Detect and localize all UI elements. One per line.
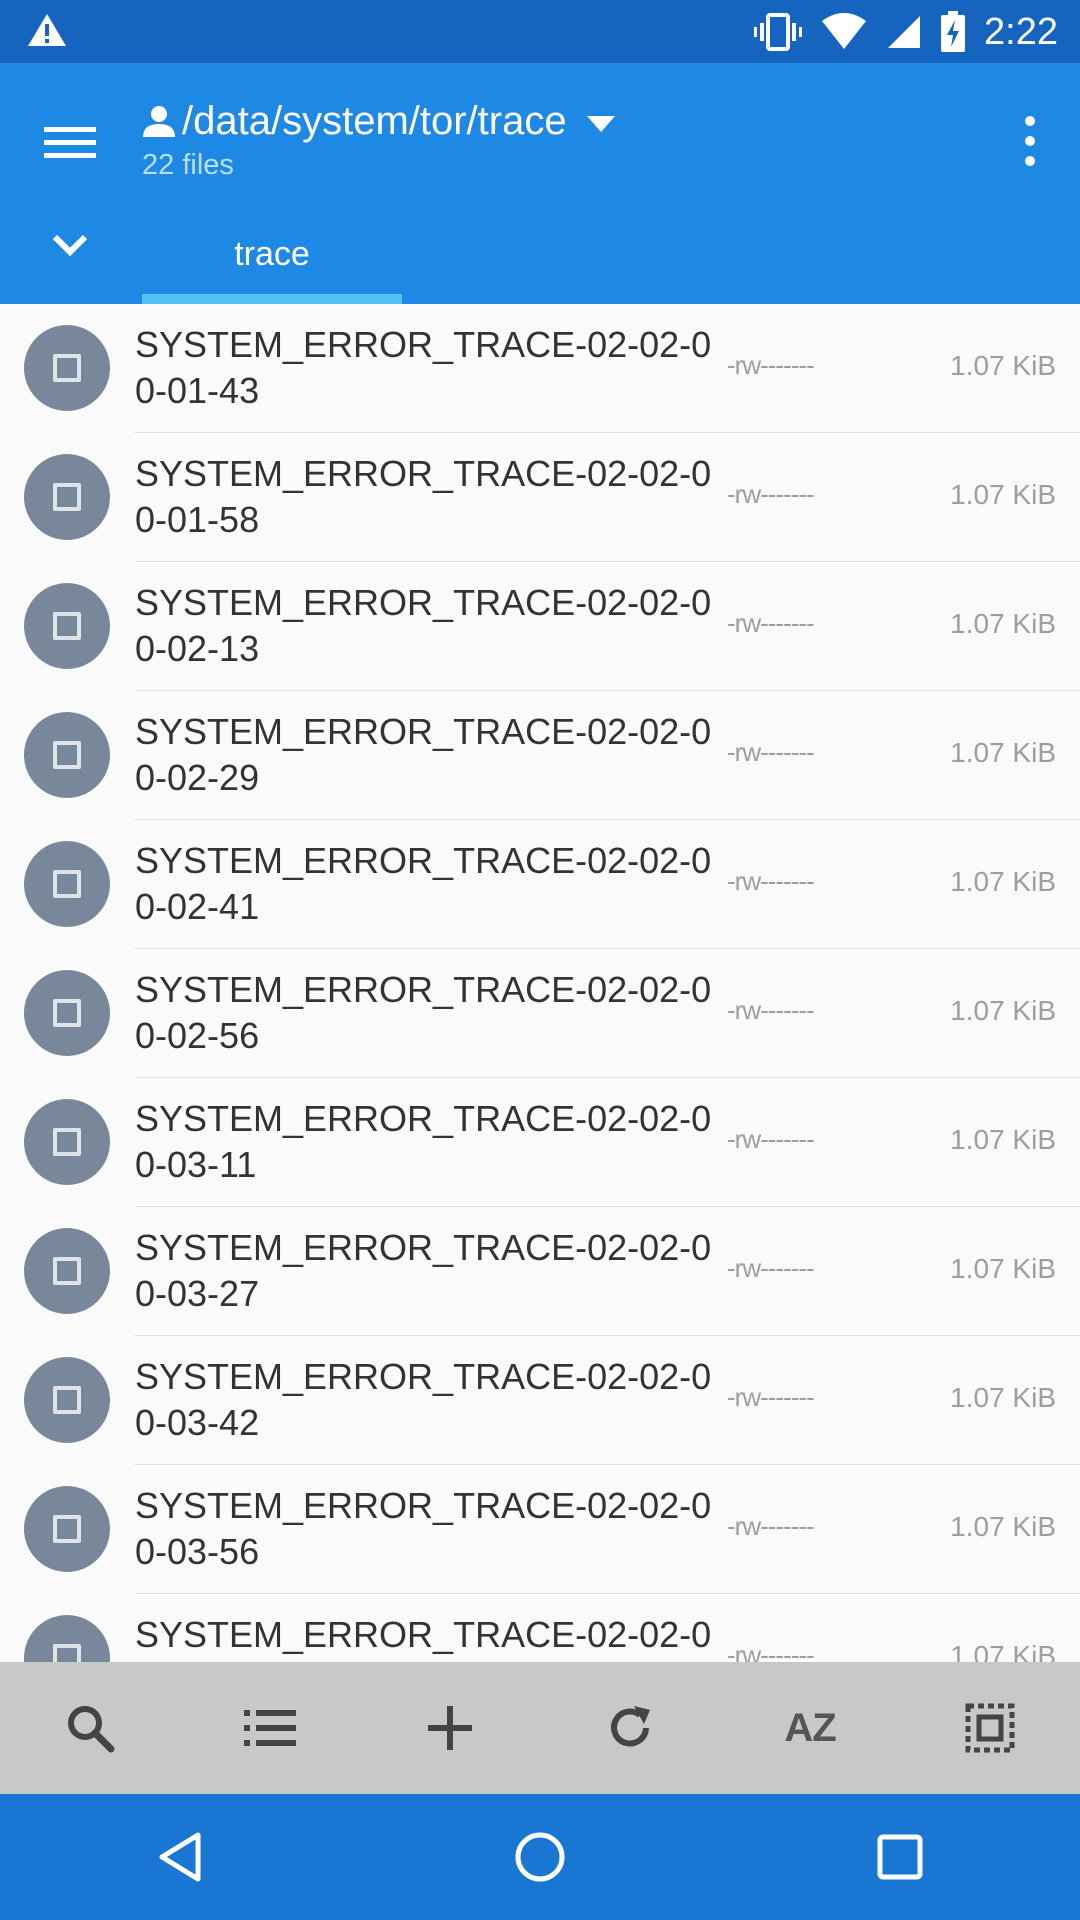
file-permissions: -rw------- [727, 1382, 815, 1412]
file-icon[interactable] [24, 454, 110, 540]
select-all-icon [965, 1703, 1015, 1753]
file-name: SYSTEM_ERROR_TRACE-02-02-00-03-11 [135, 1098, 712, 1185]
file-permissions: -rw------- [727, 350, 815, 380]
sort-button[interactable]: AZ [720, 1662, 900, 1794]
status-bar: 2:22 [0, 0, 1080, 63]
file-name: SYSTEM_ERROR_TRACE-02-02-00-03-42 [135, 1356, 712, 1443]
file-list[interactable]: SYSTEM_ERROR_TRACE-02-02-00-01-43 -rw---… [0, 304, 1080, 1662]
sort-az-icon: AZ [784, 1705, 836, 1750]
file-row[interactable]: SYSTEM_ERROR_TRACE-02-02-00-02-41 -rw---… [0, 820, 1080, 949]
tab-trace[interactable]: trace [142, 223, 402, 304]
file-name: SYSTEM_ERROR_TRACE-02-02-00-02-13 [135, 582, 712, 669]
refresh-icon [611, 1706, 650, 1747]
file-row[interactable]: SYSTEM_ERROR_TRACE-02-02-00-03-11 -rw---… [0, 1078, 1080, 1207]
file-name: SYSTEM_ERROR_TRACE-02-02-00-02-56 [135, 969, 712, 1056]
file-size: 1.07 KiB [950, 866, 1056, 897]
file-icon[interactable] [24, 1228, 110, 1314]
user-icon [143, 106, 175, 137]
add-icon [428, 1706, 472, 1750]
file-name: SYSTEM_ERROR_TRACE-02-02-00-02-29 [135, 711, 712, 798]
file-size: 1.07 KiB [950, 1253, 1056, 1284]
vibrate-icon [754, 13, 803, 51]
back-button[interactable] [90, 1794, 270, 1920]
file-icon[interactable] [24, 1357, 110, 1443]
file-size: 1.07 KiB [950, 608, 1056, 639]
add-button[interactable] [360, 1662, 540, 1794]
file-icon[interactable] [24, 325, 110, 411]
list-view-button[interactable] [180, 1662, 360, 1794]
dropdown-arrow-icon[interactable] [586, 116, 615, 132]
file-permissions: -rw------- [727, 1511, 815, 1541]
bottom-action-bar: AZ [0, 1662, 1080, 1794]
path-selector[interactable]: /data/system/tor/trace [142, 91, 615, 151]
overflow-menu-icon[interactable] [1020, 111, 1040, 171]
file-row[interactable]: SYSTEM_ERROR_TRACE-02-02-00-03-27 -rw---… [0, 1207, 1080, 1336]
file-icon[interactable] [24, 712, 110, 798]
file-row[interactable]: SYSTEM_ERROR_TRACE-02-02-00-02-13 -rw---… [0, 562, 1080, 691]
search-button[interactable] [0, 1662, 180, 1794]
home-icon [515, 1832, 565, 1882]
file-name: SYSTEM_ERROR_TRACE-02-02-00-01-43 [135, 324, 712, 411]
file-permissions: -rw------- [727, 479, 815, 509]
refresh-button[interactable] [540, 1662, 720, 1794]
select-all-button[interactable] [900, 1662, 1080, 1794]
list-view-icon [244, 1710, 296, 1746]
file-name: SYSTEM_ERROR_TRACE-02-02-00-03-56 [135, 1485, 712, 1572]
file-icon[interactable] [24, 1486, 110, 1572]
recents-button[interactable] [810, 1794, 990, 1920]
tab-indicator [142, 294, 402, 304]
file-icon[interactable] [24, 583, 110, 669]
wifi-icon [822, 13, 867, 49]
file-size: 1.07 KiB [950, 737, 1056, 768]
warning-icon [28, 14, 66, 46]
recents-icon [877, 1834, 923, 1880]
file-size: 1.07 KiB [950, 350, 1056, 381]
file-permissions: -rw------- [727, 1640, 815, 1662]
file-row[interactable]: SYSTEM_ERROR_TRACE-02-02-00-02-56 -rw---… [0, 949, 1080, 1078]
file-icon[interactable] [24, 1615, 110, 1662]
file-count: 22 files [142, 149, 234, 181]
file-permissions: -rw------- [727, 995, 815, 1025]
signal-icon [888, 16, 921, 48]
menu-icon[interactable] [42, 115, 98, 171]
file-size: 1.07 KiB [950, 479, 1056, 510]
file-row[interactable]: SYSTEM_ERROR_TRACE-02-02-00-03-42 -rw---… [0, 1336, 1080, 1465]
file-permissions: -rw------- [727, 866, 815, 896]
file-permissions: -rw------- [727, 608, 815, 638]
file-row[interactable]: SYSTEM_ERROR_TRACE-02-02-00-01-43 -rw---… [0, 304, 1080, 433]
search-icon [68, 1706, 115, 1753]
file-row[interactable]: SYSTEM_ERROR_TRACE-02-02-00-03-56 -rw---… [0, 1465, 1080, 1594]
file-size: 1.07 KiB [950, 995, 1056, 1026]
file-name: SYSTEM_ERROR_TRACE-02-02-00-01-58 [135, 453, 712, 540]
back-icon [159, 1832, 201, 1882]
navigation-bar [0, 1794, 1080, 1920]
file-name: SYSTEM_ERROR_TRACE-02-02-00-03-27 [135, 1227, 712, 1314]
file-permissions: -rw------- [727, 1124, 815, 1154]
file-name: SYSTEM_ERROR_TRACE-02-02-00-02-41 [135, 840, 712, 927]
app-toolbar: /data/system/tor/trace 22 files trace [0, 63, 1080, 304]
file-permissions: -rw------- [727, 1253, 815, 1283]
file-size: 1.07 KiB [950, 1640, 1056, 1662]
clock: 2:22 [984, 10, 1058, 53]
file-name: SYSTEM_ERROR_TRACE-02-02-0 [135, 1614, 712, 1655]
battery-charging-icon [941, 11, 966, 52]
file-icon[interactable] [24, 1099, 110, 1185]
file-icon[interactable] [24, 841, 110, 927]
file-row[interactable]: SYSTEM_ERROR_TRACE-02-02-0 -rw------- 1.… [0, 1594, 1080, 1662]
home-button[interactable] [450, 1794, 630, 1920]
file-permissions: -rw------- [727, 737, 815, 767]
file-size: 1.07 KiB [950, 1511, 1056, 1542]
file-row[interactable]: SYSTEM_ERROR_TRACE-02-02-00-02-29 -rw---… [0, 691, 1080, 820]
file-icon[interactable] [24, 970, 110, 1056]
file-size: 1.07 KiB [950, 1124, 1056, 1155]
path-title: /data/system/tor/trace [182, 98, 567, 143]
file-row[interactable]: SYSTEM_ERROR_TRACE-02-02-00-01-58 -rw---… [0, 433, 1080, 562]
file-size: 1.07 KiB [950, 1382, 1056, 1413]
chevron-down-icon[interactable] [52, 233, 88, 257]
